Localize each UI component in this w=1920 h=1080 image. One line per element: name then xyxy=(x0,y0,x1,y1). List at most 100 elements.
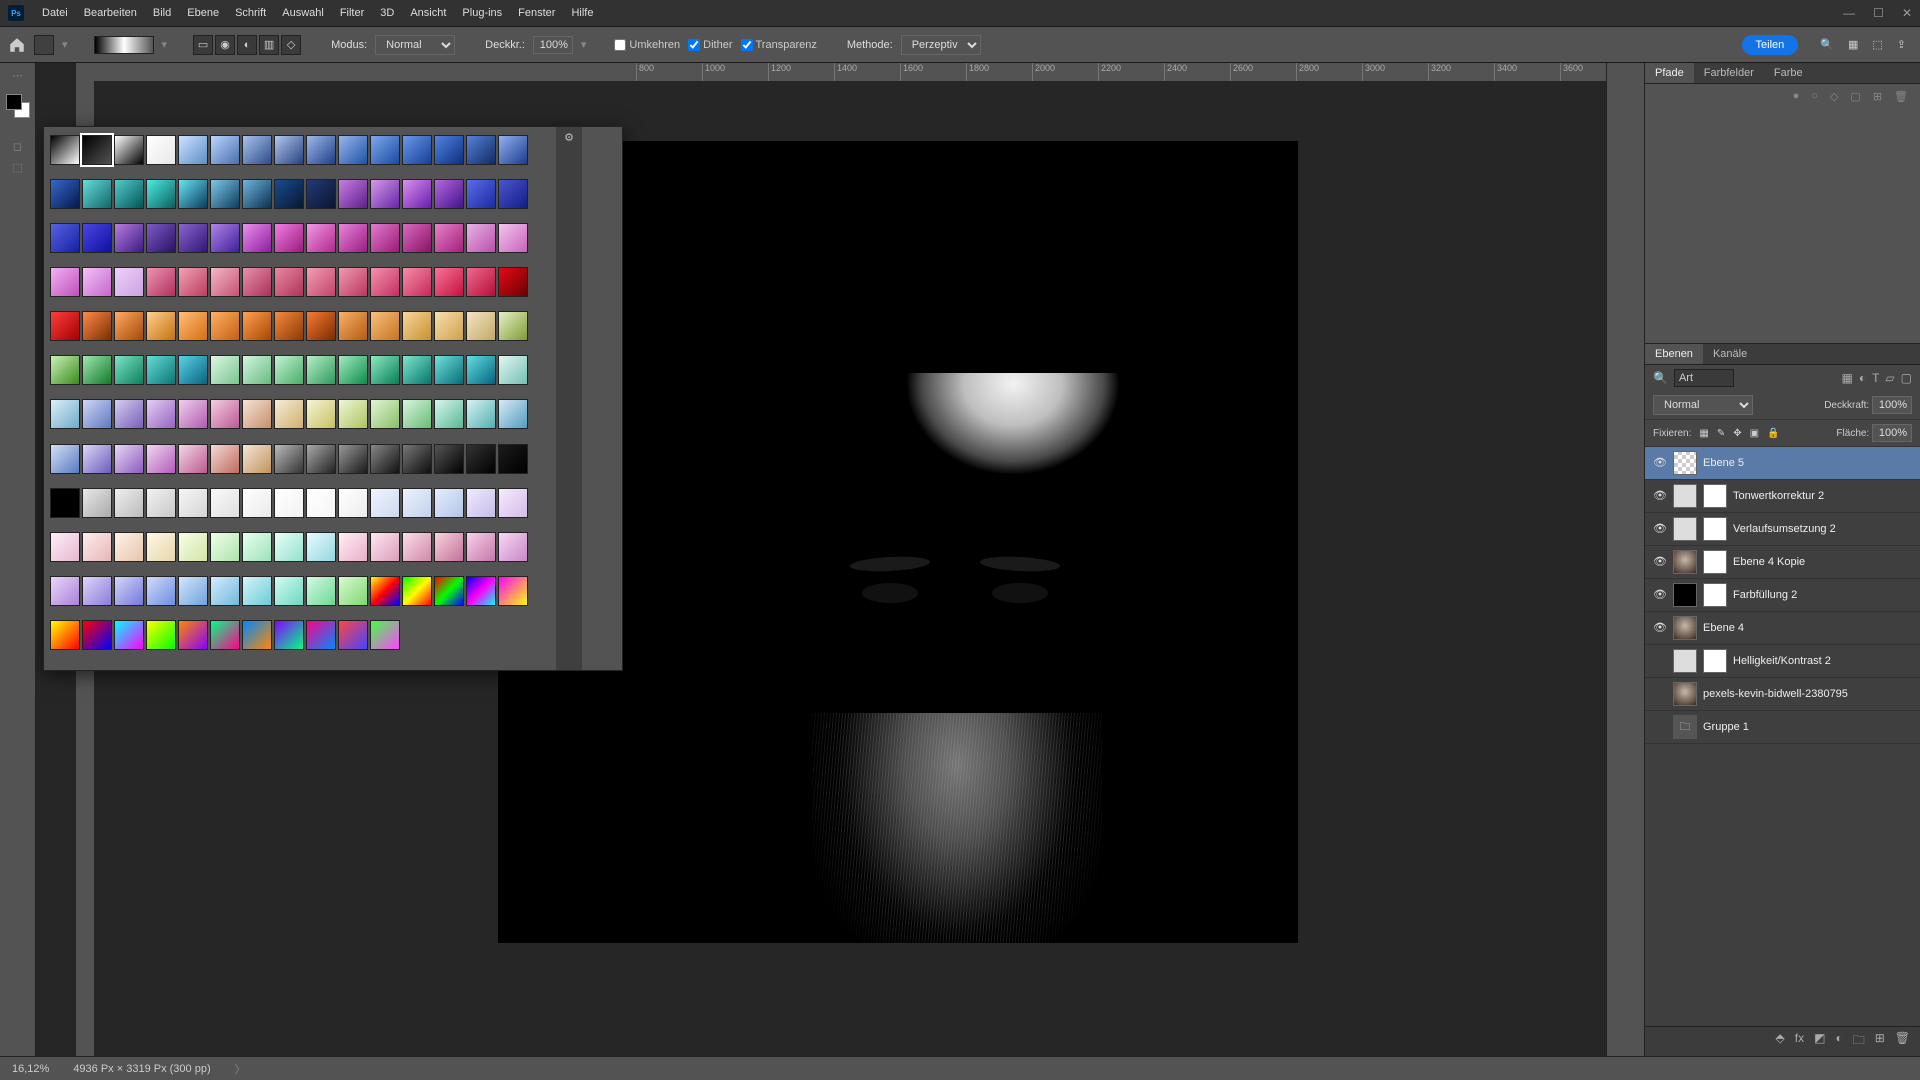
gradient-swatch[interactable] xyxy=(338,488,368,518)
gradient-swatch[interactable] xyxy=(114,311,144,341)
gradient-swatch[interactable] xyxy=(82,179,112,209)
gradient-swatch[interactable] xyxy=(114,223,144,253)
gradient-swatch[interactable] xyxy=(306,576,336,606)
gradient-swatch[interactable] xyxy=(274,532,304,562)
gradient-swatch[interactable] xyxy=(466,576,496,606)
mode-select[interactable]: Normal xyxy=(375,35,455,55)
visibility-toggle[interactable]: 👁 xyxy=(1653,588,1667,602)
gradient-swatch[interactable] xyxy=(498,311,528,341)
layer-row[interactable]: 👁Tonwertkorrektur 2 xyxy=(1645,480,1920,513)
gradient-swatch[interactable] xyxy=(306,620,336,650)
gradient-swatch[interactable] xyxy=(338,311,368,341)
gradient-swatch[interactable] xyxy=(338,399,368,429)
doc-info-arrow[interactable]: 〉 xyxy=(235,1061,246,1077)
gradient-swatch[interactable] xyxy=(242,444,272,474)
quickmask-icon[interactable]: ◻ xyxy=(13,140,22,153)
menu-bearbeiten[interactable]: Bearbeiten xyxy=(76,3,145,23)
gradient-swatch[interactable] xyxy=(466,179,496,209)
visibility-toggle[interactable] xyxy=(1653,654,1667,668)
gradient-swatch[interactable] xyxy=(82,620,112,650)
gradient-swatch[interactable] xyxy=(434,444,464,474)
close-button[interactable]: ✕ xyxy=(1902,6,1912,20)
tab-layers[interactable]: Ebenen xyxy=(1645,344,1703,364)
gradient-swatch[interactable] xyxy=(338,179,368,209)
gradient-swatch[interactable] xyxy=(274,135,304,165)
gradient-swatch[interactable] xyxy=(82,311,112,341)
fx-icon[interactable]: fx xyxy=(1795,1031,1804,1052)
gradient-swatch[interactable] xyxy=(178,135,208,165)
path-fill-icon[interactable]: ● xyxy=(1793,90,1800,103)
menu-filter[interactable]: Filter xyxy=(332,3,372,23)
filter-smart-icon[interactable]: ▢ xyxy=(1901,371,1912,385)
gradient-swatch[interactable] xyxy=(498,179,528,209)
gradient-swatch[interactable] xyxy=(338,135,368,165)
gradient-swatch[interactable] xyxy=(498,355,528,385)
blend-select[interactable]: Normal xyxy=(1653,395,1753,415)
gradient-swatch[interactable] xyxy=(146,532,176,562)
gradient-swatch[interactable] xyxy=(466,267,496,297)
tab-swatches[interactable]: Farbfelder xyxy=(1694,63,1764,83)
gradient-swatch[interactable] xyxy=(82,135,112,165)
layer-opacity-input[interactable] xyxy=(1872,396,1912,414)
export-icon[interactable]: ⇪ xyxy=(1897,38,1906,51)
gradient-swatch[interactable] xyxy=(274,488,304,518)
gradient-swatch[interactable] xyxy=(434,223,464,253)
gradient-swatch[interactable] xyxy=(466,223,496,253)
right-collapse-strip[interactable] xyxy=(1606,63,1644,1056)
share-button[interactable]: Teilen xyxy=(1742,35,1799,55)
gradient-swatch[interactable] xyxy=(402,223,432,253)
gradient-swatch[interactable] xyxy=(402,267,432,297)
filter-type-icon[interactable]: T xyxy=(1872,371,1879,385)
layer-filter-input[interactable] xyxy=(1674,369,1734,387)
workspace-icon[interactable]: ▦ xyxy=(1848,38,1858,51)
new-path-icon[interactable]: ⊞ xyxy=(1873,90,1882,103)
gear-icon[interactable]: ⚙ xyxy=(564,131,574,144)
gradient-swatch[interactable] xyxy=(210,488,240,518)
gradient-swatch[interactable] xyxy=(50,311,80,341)
gradient-swatch[interactable] xyxy=(402,488,432,518)
gradient-swatch[interactable] xyxy=(82,576,112,606)
gradient-swatch[interactable] xyxy=(50,399,80,429)
gradient-swatch[interactable] xyxy=(274,179,304,209)
gradient-swatch[interactable] xyxy=(210,444,240,474)
layer-row[interactable]: 👁Ebene 4 Kopie xyxy=(1645,546,1920,579)
gradient-swatch[interactable] xyxy=(178,488,208,518)
gradient-swatch[interactable] xyxy=(402,311,432,341)
document-canvas[interactable] xyxy=(626,373,1298,943)
path-mask-icon[interactable]: ▢ xyxy=(1850,90,1860,103)
gradient-swatch[interactable] xyxy=(146,355,176,385)
gradient-swatch[interactable] xyxy=(178,179,208,209)
gradient-swatch[interactable] xyxy=(306,179,336,209)
screenmode-icon[interactable]: ⬚ xyxy=(12,161,22,174)
gradient-swatch[interactable] xyxy=(114,267,144,297)
gradient-swatch[interactable] xyxy=(50,488,80,518)
gradient-swatch[interactable] xyxy=(82,223,112,253)
gradient-swatch[interactable] xyxy=(338,355,368,385)
adjustment-icon[interactable]: ◐ xyxy=(1835,1031,1842,1052)
gradient-swatch[interactable] xyxy=(146,135,176,165)
path-selection-icon[interactable]: ◇ xyxy=(1830,90,1838,103)
gradient-swatch[interactable] xyxy=(50,267,80,297)
dots-icon[interactable]: ⋯ xyxy=(12,69,23,82)
gradient-swatch[interactable] xyxy=(274,267,304,297)
menu-ansicht[interactable]: Ansicht xyxy=(402,3,454,23)
gradient-swatch[interactable] xyxy=(82,444,112,474)
gradient-swatch[interactable] xyxy=(498,135,528,165)
diamond-gradient-button[interactable]: ◇ xyxy=(281,35,301,55)
gradient-swatch[interactable] xyxy=(82,488,112,518)
gradient-swatch[interactable] xyxy=(146,444,176,474)
new-layer-icon[interactable]: ⊞ xyxy=(1875,1031,1885,1052)
gradient-swatch[interactable] xyxy=(274,444,304,474)
gradient-swatch[interactable] xyxy=(434,355,464,385)
gradient-swatch[interactable] xyxy=(338,223,368,253)
lock-pixels-icon[interactable]: ✎ xyxy=(1717,428,1725,439)
visibility-toggle[interactable]: 👁 xyxy=(1653,456,1667,470)
gradient-swatch[interactable] xyxy=(466,488,496,518)
gradient-swatch[interactable] xyxy=(146,267,176,297)
reflected-gradient-button[interactable]: ▥ xyxy=(259,35,279,55)
visibility-toggle[interactable]: 👁 xyxy=(1653,555,1667,569)
gradient-swatch[interactable] xyxy=(178,399,208,429)
gradient-swatch[interactable] xyxy=(434,267,464,297)
gradient-swatch[interactable] xyxy=(210,355,240,385)
gradient-swatch[interactable] xyxy=(498,267,528,297)
